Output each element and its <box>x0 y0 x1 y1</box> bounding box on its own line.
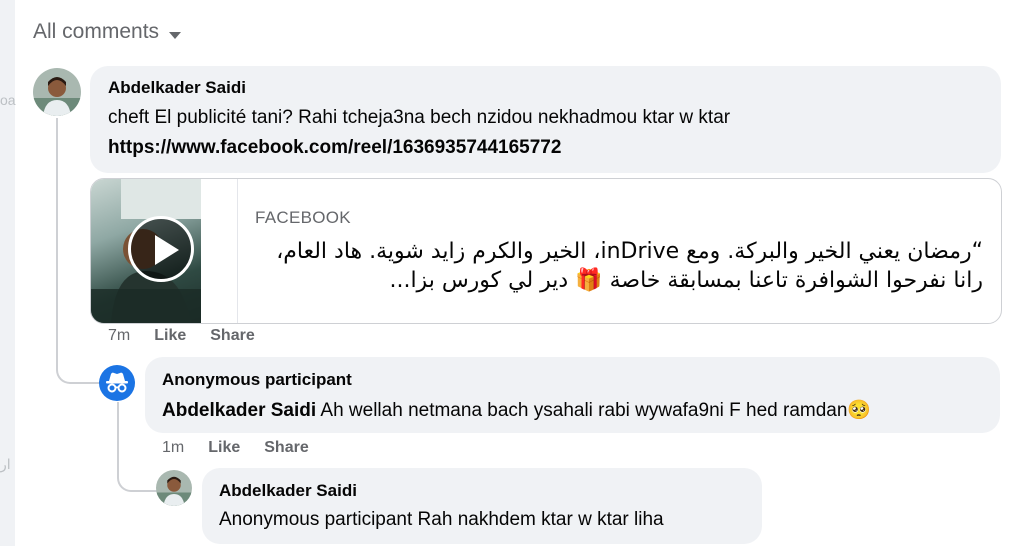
comments-filter-label: All comments <box>33 20 160 43</box>
comment-timestamp[interactable]: 1m <box>162 439 184 457</box>
preview-description: “رمضان يعني الخير والبركة. ومع inDrive، … <box>276 239 983 293</box>
comment-author[interactable]: Abdelkader Saidi <box>108 78 246 98</box>
comment-body: Ah wellah netmana bach ysahali rabi wywa… <box>316 400 872 421</box>
comment-actions: 1m Like Share <box>162 439 309 457</box>
comment-timestamp[interactable]: 7m <box>108 327 130 345</box>
video-thumbnail[interactable] <box>91 179 201 323</box>
incognito-icon <box>106 372 128 393</box>
left-panel-edge: oa ار <box>0 0 16 546</box>
comment-text: Anonymous participant Rah nakhdem ktar w… <box>219 509 664 530</box>
comment-bubble: Anonymous participant Abdelkader Saidi A… <box>145 357 1000 433</box>
share-button[interactable]: Share <box>264 439 308 457</box>
comment-actions: 7m Like Share <box>108 327 255 345</box>
comment-text: Abdelkader Saidi Ah wellah netmana bach … <box>162 398 871 422</box>
like-button[interactable]: Like <box>154 327 186 345</box>
sidebar-fragment-bottom: ار <box>0 456 11 472</box>
share-button[interactable]: Share <box>210 327 254 345</box>
comments-filter-dropdown[interactable]: All comments <box>33 20 182 44</box>
link-preview-text: FACEBOOK “رمضان يعني الخير والبركة. ومع … <box>237 179 1001 323</box>
play-icon[interactable] <box>128 216 194 282</box>
comment-link[interactable]: https://www.facebook.com/reel/1636935744… <box>108 137 561 159</box>
caret-down-icon <box>169 31 182 39</box>
like-button[interactable]: Like <box>208 439 240 457</box>
avatar[interactable] <box>33 68 81 116</box>
link-preview-card[interactable]: FACEBOOK “رمضان يعني الخير والبركة. ومع … <box>90 178 1002 324</box>
anonymous-avatar[interactable] <box>99 365 135 401</box>
avatar[interactable] <box>156 470 192 506</box>
comment-text: cheft El publicité tani? Rahi tcheja3na … <box>108 107 731 128</box>
preview-source: FACEBOOK <box>255 208 351 227</box>
comment-author[interactable]: Anonymous participant <box>162 370 352 390</box>
mention-link[interactable]: Abdelkader Saidi <box>162 400 316 421</box>
comment-bubble: Abdelkader Saidi cheft El publicité tani… <box>90 66 1001 173</box>
comment-author[interactable]: Abdelkader Saidi <box>219 481 357 501</box>
comment-bubble: Abdelkader Saidi Anonymous participant R… <box>202 468 762 544</box>
sidebar-fragment-top: oa <box>0 92 16 108</box>
